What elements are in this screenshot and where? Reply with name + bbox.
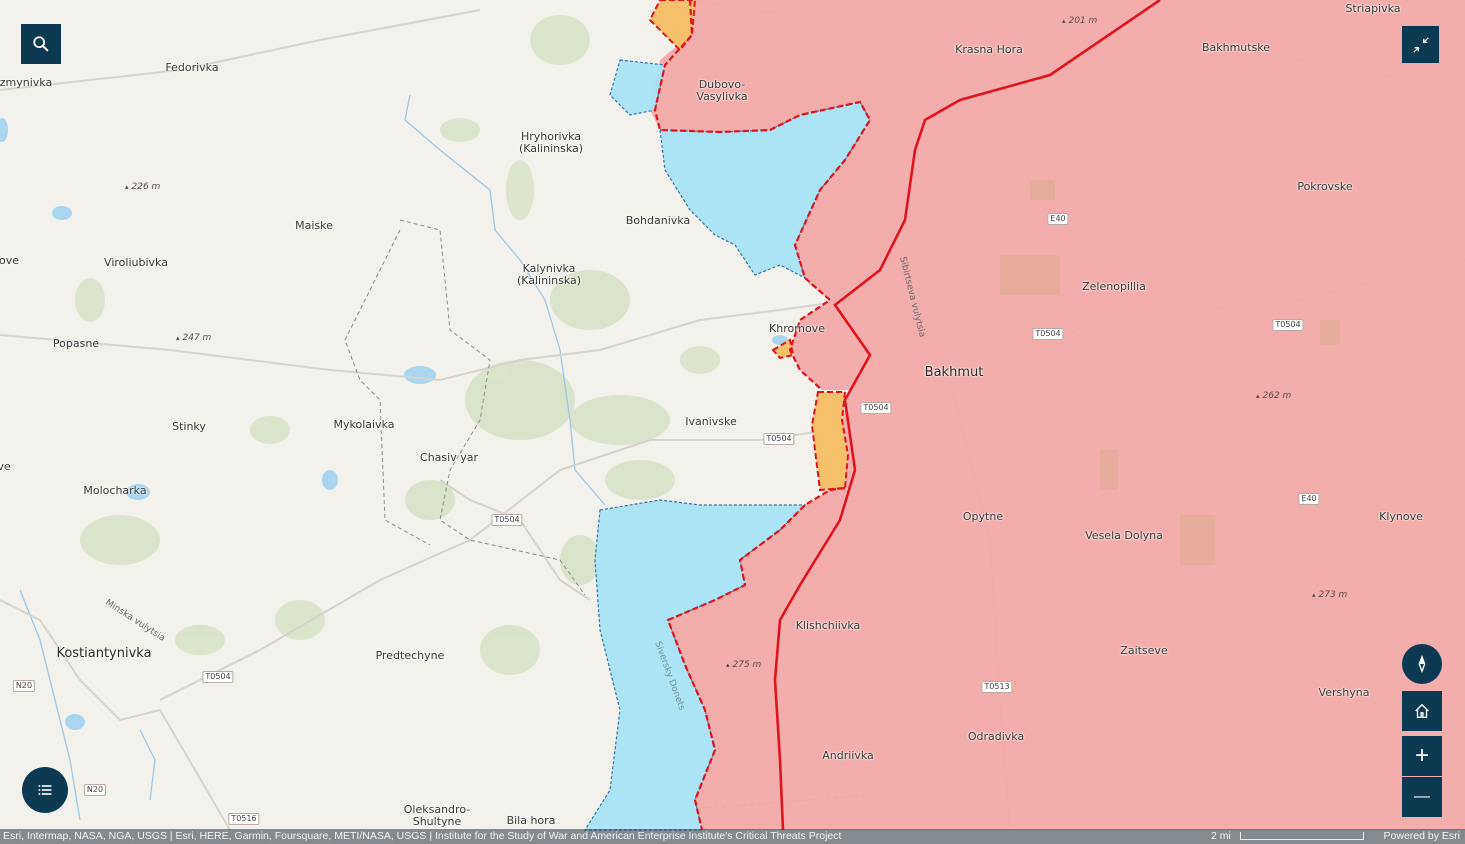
place-label-popasne: Popasne — [52, 337, 100, 350]
place-label-khromove: Khromove — [769, 322, 825, 335]
elevation-label: 201 m — [1062, 16, 1098, 26]
compass-icon — [1418, 655, 1426, 673]
place-label-striapivka: Striapivka — [1345, 2, 1401, 15]
attribution-bar: Esri, Intermap, NASA, NGA, USGS | Esri, … — [0, 829, 1465, 844]
list-icon — [38, 785, 52, 795]
elevation-label: 273 m — [1312, 590, 1348, 600]
road-shield: T0504 — [202, 671, 234, 683]
place-label-bohdanivka: Bohdanivka — [625, 214, 691, 227]
place-label-bakhmut: Bakhmut — [924, 365, 984, 380]
place-label-stinky: Stinky — [172, 420, 206, 433]
road-shield: T0504 — [860, 402, 892, 414]
place-label-bakhmutske: Bakhmutske — [1201, 41, 1271, 54]
elevation-label: 275 m — [726, 660, 762, 670]
attribution-text[interactable]: Esri, Intermap, NASA, NGA, USGS | Esri, … — [3, 829, 841, 844]
place-label-predtechyne: Predtechyne — [375, 649, 445, 662]
place-label-kostiantynivka: Kostiantynivka — [56, 646, 152, 661]
place-label-kuzmynivka: zmynivka — [0, 76, 53, 89]
road-shield: E40 — [1298, 493, 1320, 505]
place-label-klynove: Klynove — [1379, 510, 1423, 523]
road-shield: T0504 — [1032, 328, 1064, 340]
road-shield: T0504 — [763, 433, 795, 445]
place-label-dubovo: Dubovo- Vasylivka — [696, 78, 748, 103]
place-label-ivanivske: Ivanivske — [685, 415, 737, 428]
collapse-icon — [1412, 36, 1429, 53]
elevation-label: 226 m — [125, 182, 161, 192]
place-label-chasiv-yar: Chasiv yar — [420, 451, 478, 464]
zoom-out-button[interactable]: — — [1402, 777, 1442, 817]
place-label-vesela-dolyna: Vesela Dolyna — [1085, 529, 1163, 542]
home-icon — [1415, 703, 1429, 718]
place-label-kalynivka: Kalynivka (Kalininska) — [516, 262, 582, 287]
road-shield: N20 — [12, 680, 36, 692]
place-label-maiske: Maiske — [295, 219, 333, 232]
place-label-molocharka: Molocharka — [83, 484, 147, 497]
elevation-label: 247 m — [176, 333, 212, 343]
place-label-mykolaivka: Mykolaivka — [333, 418, 395, 431]
scale-bar — [1240, 832, 1364, 840]
place-label-hryhorivka: Hryhorivka (Kalininska) — [518, 130, 584, 155]
zoom-in-button[interactable]: + — [1402, 736, 1442, 776]
place-label-fedorivka: Fedorivka — [165, 61, 219, 74]
collapse-button[interactable] — [1401, 25, 1440, 64]
legend-button[interactable] — [22, 767, 68, 813]
home-button[interactable] — [1402, 691, 1442, 731]
compass-button[interactable] — [1402, 644, 1442, 684]
place-label-odradivka: Odradivka — [967, 730, 1025, 743]
place-label-ve: ve — [0, 460, 11, 473]
road-shield: T0516 — [228, 813, 260, 825]
place-label-ove: ove — [0, 254, 20, 267]
search-button[interactable] — [21, 24, 61, 64]
place-label-pokrovske: Pokrovske — [1297, 180, 1353, 193]
place-label-vershyna: Vershyna — [1318, 686, 1370, 699]
road-shield: E40 — [1047, 213, 1069, 225]
search-icon — [33, 36, 49, 52]
road-shield: T0504 — [1272, 319, 1304, 331]
place-label-andriivka: Andriivka — [822, 749, 874, 762]
place-label-zelenopillia: Zelenopillia — [1082, 280, 1146, 293]
road-shield: N20 — [83, 784, 107, 796]
place-label-zaitseve: Zaitseve — [1120, 644, 1168, 657]
elevation-label: 262 m — [1256, 391, 1292, 401]
place-label-viroliubivka: Viroliubivka — [104, 256, 168, 269]
occupied-area — [650, 0, 1465, 830]
place-label-oleksandro: Oleksandro- Shultyne — [403, 803, 471, 828]
place-label-opytne: Opytne — [962, 510, 1004, 523]
powered-by-link[interactable]: Powered by Esri — [1384, 829, 1460, 844]
place-label-klishchiivka: Klishchiivka — [795, 619, 861, 632]
scale-label: 2 mi — [1211, 830, 1231, 842]
place-label-krasna-hora: Krasna Hora — [955, 43, 1023, 56]
road-shield: T0504 — [491, 514, 523, 526]
place-label-bila-hora: Bila hora — [506, 814, 556, 827]
road-shield: T0513 — [981, 681, 1013, 693]
